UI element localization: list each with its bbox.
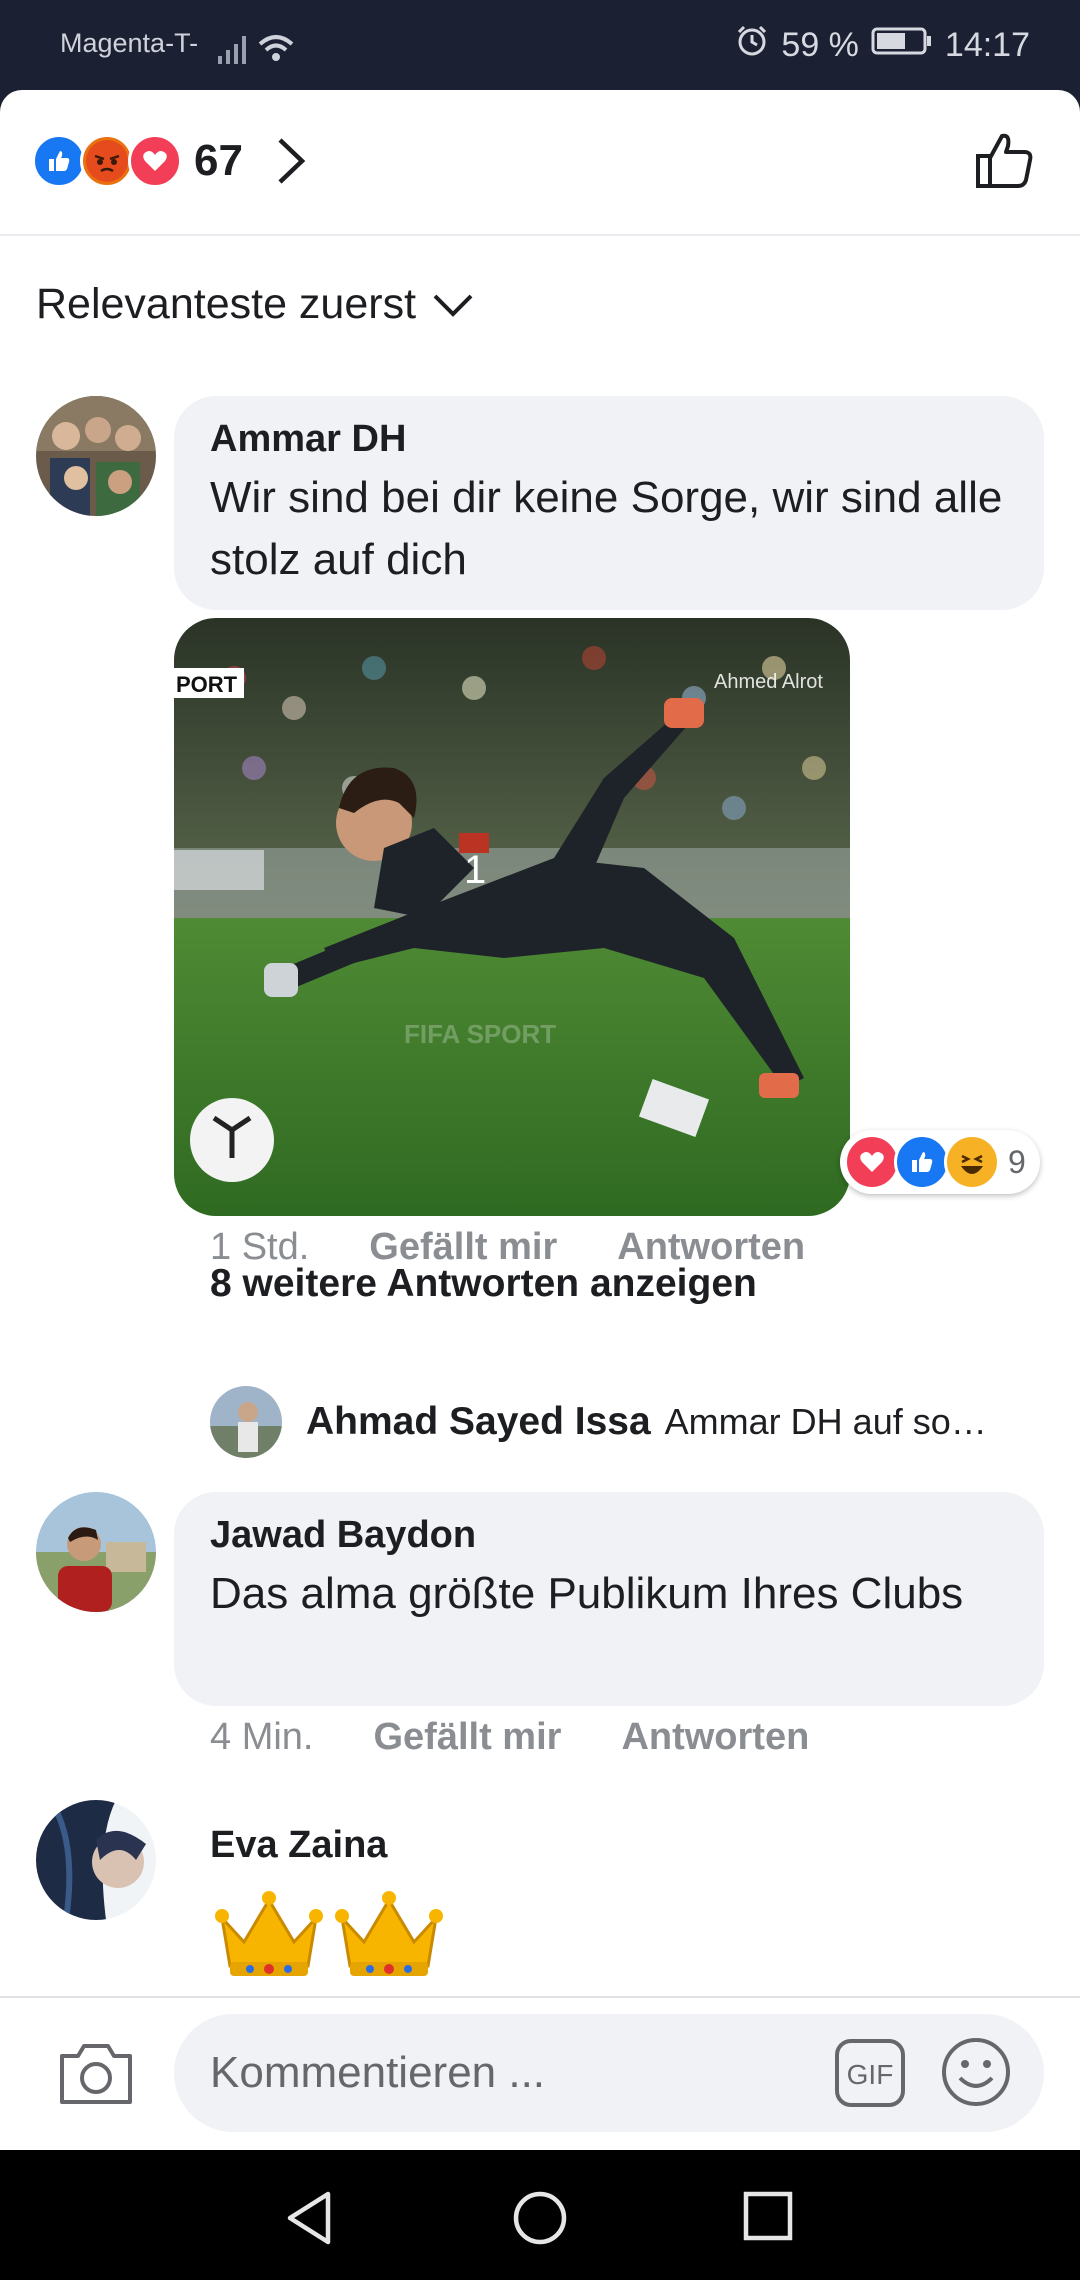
like-icon (894, 1134, 950, 1190)
signal-wifi-icon (216, 30, 306, 74)
comment-bubble: Ammar DH Wir sind bei dir keine Sorge, w… (174, 396, 1044, 610)
chevron-right-icon[interactable] (272, 136, 308, 191)
clock: 14:17 (944, 26, 1030, 64)
comment-reaction-count: 9 (1008, 1143, 1026, 1180)
crown-icon (214, 1886, 324, 1987)
comment-author[interactable]: Eva Zaina (210, 1824, 387, 1867)
chevron-down-icon (432, 280, 474, 329)
comment-author[interactable]: Ammar DH (210, 418, 1008, 461)
haha-icon (944, 1134, 1000, 1190)
sort-dropdown[interactable]: Relevanteste zuerst (36, 280, 474, 329)
like-link[interactable]: Gefällt mir (373, 1716, 561, 1759)
avatar[interactable] (36, 396, 156, 516)
love-icon (844, 1134, 900, 1190)
photo-watermark-left: PORT (176, 672, 238, 697)
emoji-icon[interactable] (940, 2036, 1012, 2113)
reply-text: Ammar DH auf so… (664, 1401, 987, 1442)
like-button[interactable] (972, 128, 1036, 197)
reaction-count: 67 (194, 136, 243, 185)
avatar[interactable] (210, 1386, 282, 1458)
reply-preview[interactable]: Ahmad Sayed Issa Ammar DH auf so… (210, 1386, 987, 1458)
back-icon[interactable] (280, 2190, 340, 2246)
sort-label: Relevanteste zuerst (36, 280, 417, 328)
like-icon (32, 134, 86, 188)
camera-icon[interactable] (58, 2040, 134, 2111)
comment-input[interactable]: Kommentieren ... GIF (174, 2014, 1044, 2132)
photo-watermark-right: Ahmed Alrot (714, 671, 823, 693)
gif-icon[interactable]: GIF (834, 2038, 906, 2113)
comment-emoji-text (214, 1886, 444, 1987)
angry-icon (80, 134, 134, 188)
reactions-summary[interactable]: 67 (32, 134, 243, 188)
avatar[interactable] (36, 1800, 156, 1920)
comment-text: Wir sind bei dir keine Sorge, wir sind a… (210, 473, 1003, 584)
svg-text:1: 1 (464, 848, 486, 892)
system-nav-bar (0, 2150, 1080, 2280)
recents-icon[interactable] (742, 2190, 794, 2242)
comment-text: Das alma größte Publikum Ihres Clubs (210, 1569, 964, 1618)
comment-composer: Kommentieren ... GIF (0, 1996, 1080, 2150)
battery-icon (871, 26, 933, 65)
reply-link[interactable]: Antworten (621, 1716, 809, 1759)
comment-bubble: Jawad Baydon Das alma größte Publikum Ih… (174, 1492, 1044, 1706)
avatar[interactable] (36, 1492, 156, 1612)
battery-percent: 59 % (781, 26, 859, 64)
comment-reactions[interactable]: 9 (840, 1130, 1040, 1194)
comment-placeholder: Kommentieren ... (210, 2048, 546, 2097)
more-replies-link[interactable]: 8 weitere Antworten anzeigen (210, 1262, 757, 1306)
status-bar: Magenta-T- 59 % 14:17 (0, 0, 1080, 90)
svg-text:GIF: GIF (847, 2059, 894, 2090)
crown-icon (334, 1886, 444, 1987)
comment-author[interactable]: Jawad Baydon (210, 1514, 1008, 1557)
home-icon[interactable] (512, 2190, 568, 2246)
carrier-label: Magenta-T- (60, 28, 199, 58)
love-icon (128, 134, 182, 188)
comment-time: 4 Min. (210, 1716, 314, 1758)
reactions-header: 67 (0, 90, 1080, 236)
comment-actions: 4 Min. Gefällt mir Antworten (210, 1716, 809, 1759)
svg-text:FIFA SPORT: FIFA SPORT (404, 1019, 556, 1049)
reply-author: Ahmad Sayed Issa (306, 1400, 651, 1443)
comments-sheet: 67 Relevanteste zuerst Ammar DH Wir sind… (0, 90, 1080, 2150)
alarm-icon (735, 24, 769, 67)
comment-photo[interactable]: 1 FIFA SPORT PORT Ahmed Alrot (174, 618, 850, 1216)
